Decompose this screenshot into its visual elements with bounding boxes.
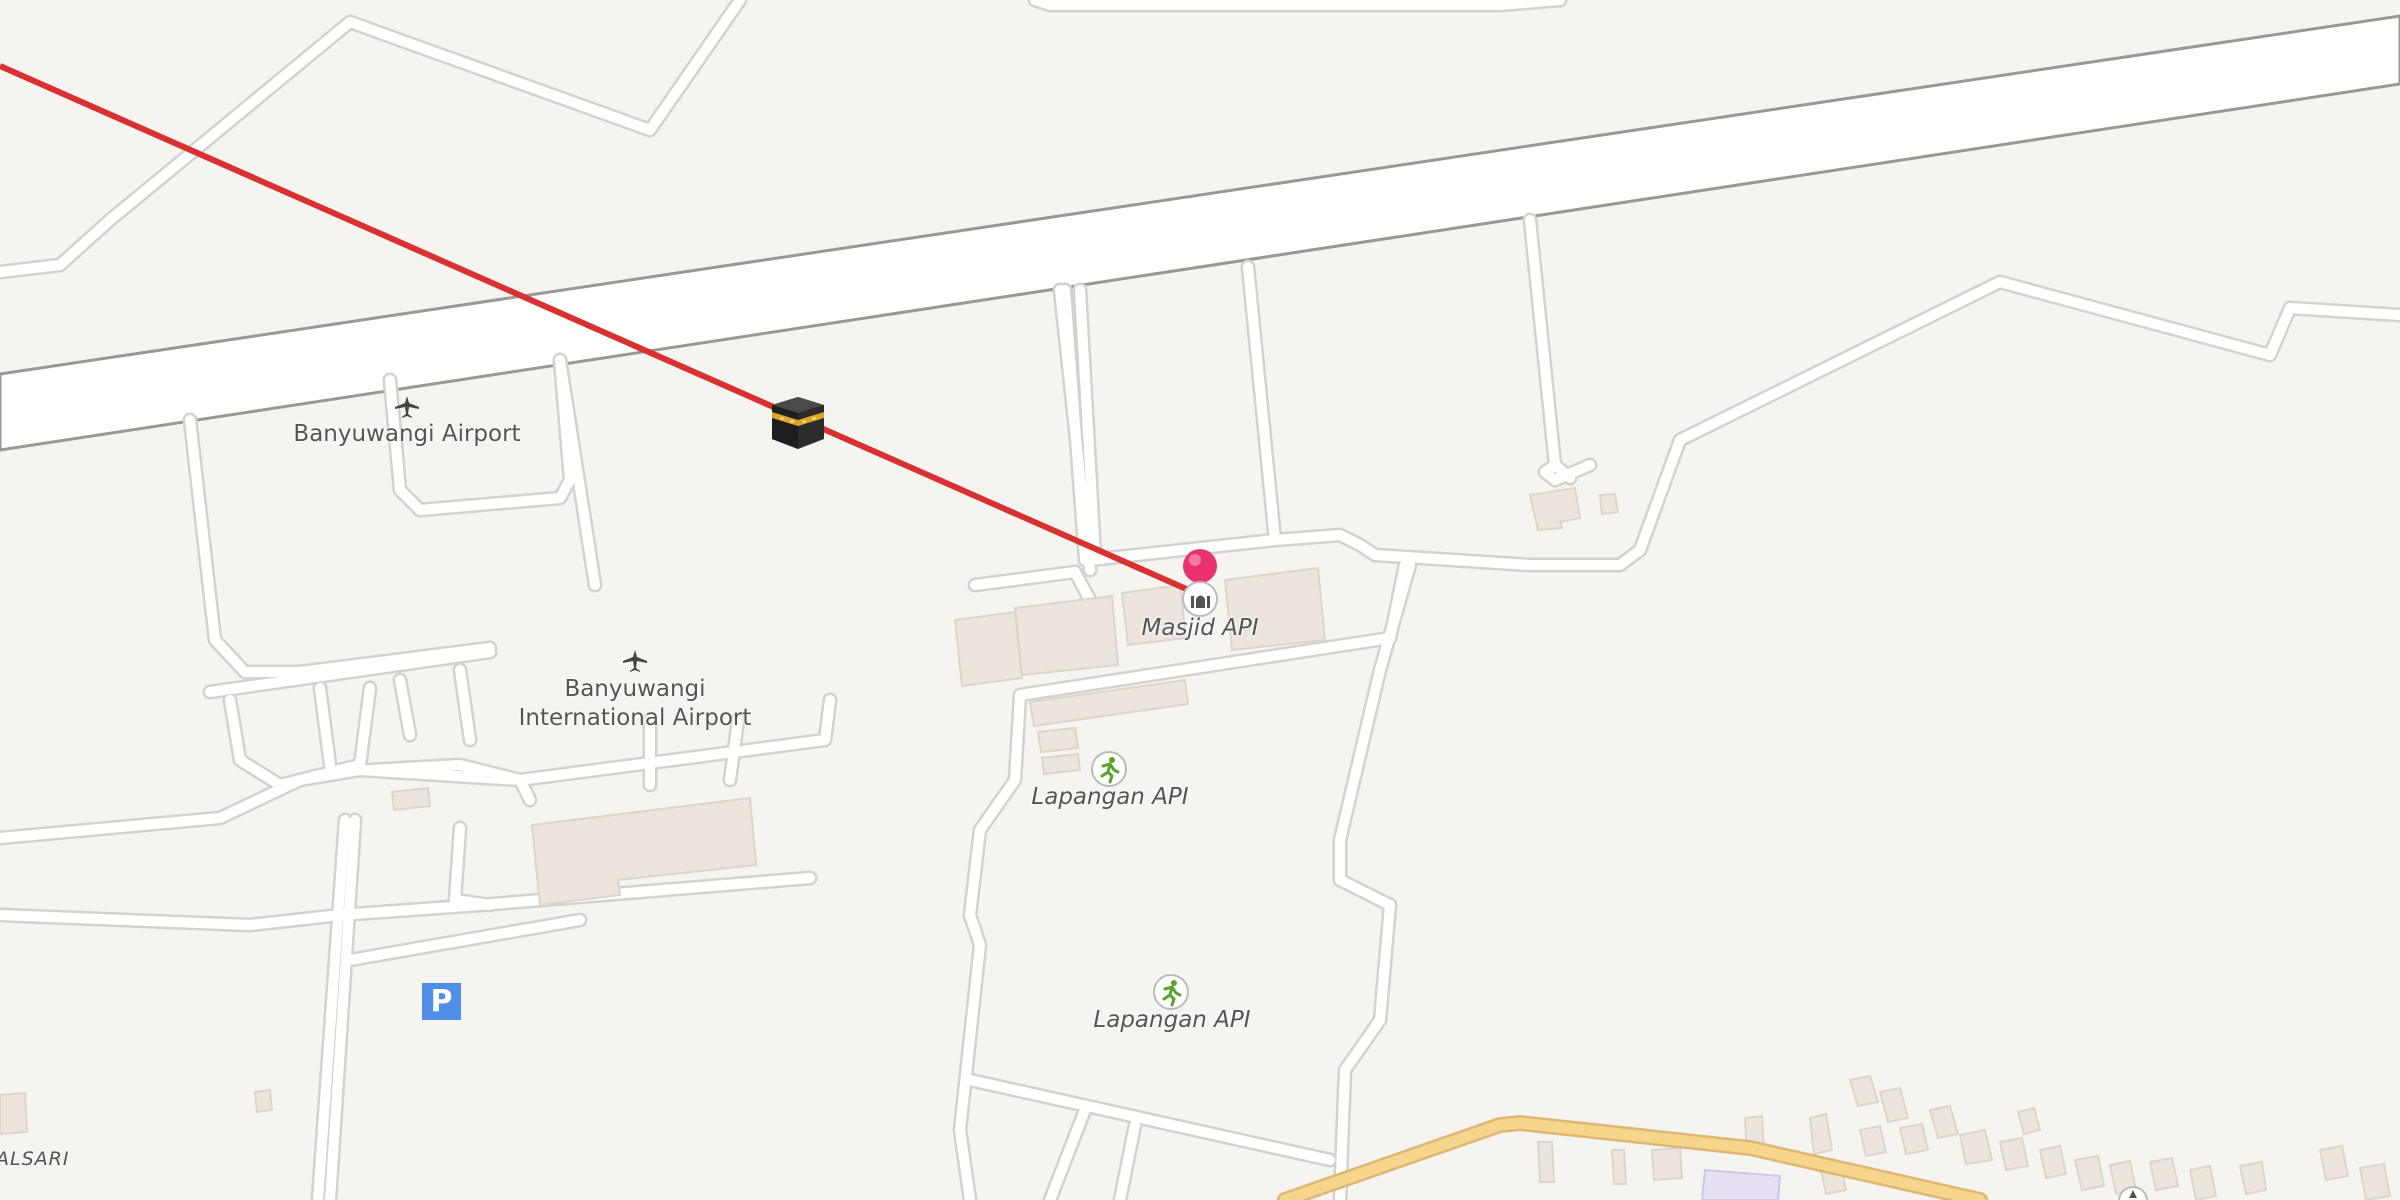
runway xyxy=(0,14,2400,452)
airplane-icon[interactable] xyxy=(392,394,422,420)
peak-icon xyxy=(2118,1184,2148,1200)
village-label: ALSARI xyxy=(0,1148,70,1170)
map-canvas[interactable]: Masjid API Lapangan API Lapangan API Ban… xyxy=(0,0,2400,1200)
qibla-direction-line xyxy=(0,63,1202,598)
airport-label[interactable]: Banyuwangi Airport xyxy=(257,420,557,449)
kaaba-icon[interactable] xyxy=(768,395,828,451)
parking-icon[interactable]: P xyxy=(422,983,461,1020)
sports-field-label-2[interactable]: Lapangan API xyxy=(1072,1006,1272,1035)
mosque-icon[interactable] xyxy=(1181,580,1219,618)
airplane-icon[interactable] xyxy=(620,648,650,674)
sports-field-label-1[interactable]: Lapangan API xyxy=(1010,783,1210,812)
school-building xyxy=(1700,1168,1782,1200)
international-airport-label[interactable]: Banyuwangi International Airport xyxy=(485,675,785,733)
mosque-label[interactable]: Masjid API xyxy=(1100,614,1300,643)
